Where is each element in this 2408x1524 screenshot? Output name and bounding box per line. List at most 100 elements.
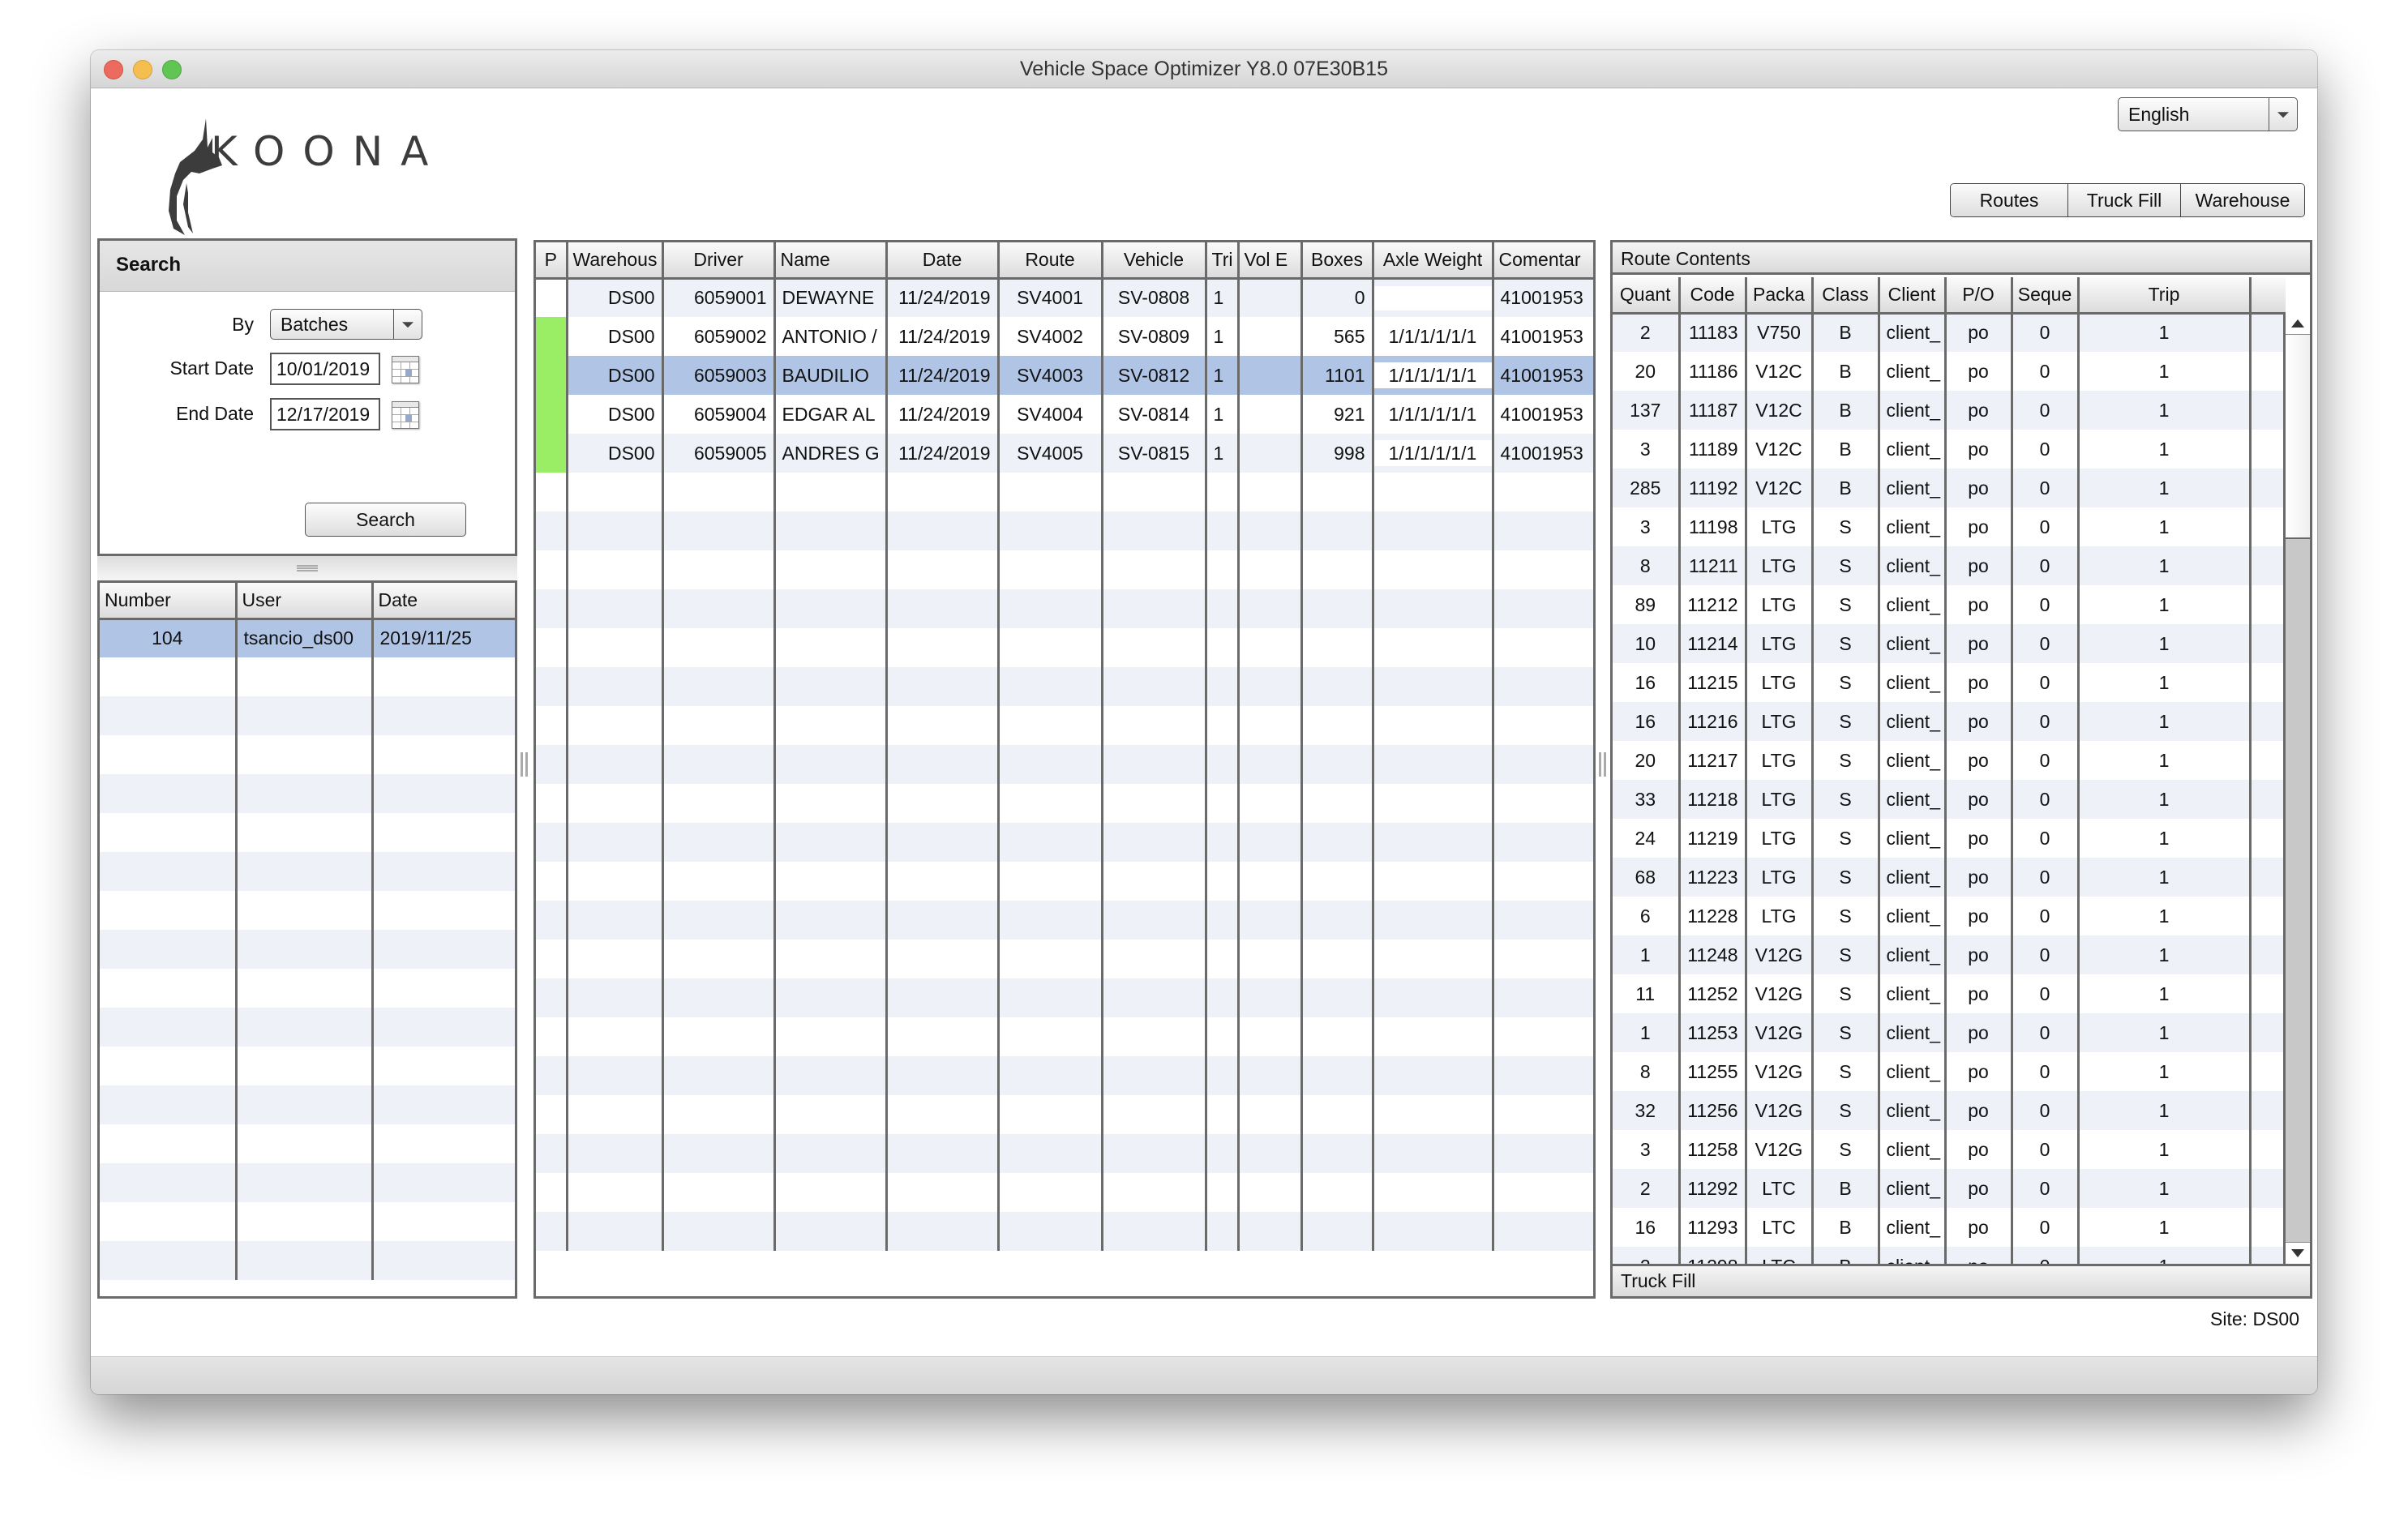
table-row[interactable]: 6 11228 LTG Sclient_ po 0 1 — [1613, 897, 2286, 935]
column-header-axle[interactable]: Axle Weight — [1373, 242, 1494, 280]
column-header-warehouse[interactable]: Warehous — [567, 242, 664, 280]
table-row[interactable]: 89 11212 LTG Sclient_ po 0 1 — [1613, 585, 2286, 624]
table-row[interactable] — [536, 473, 1593, 512]
column-header-code[interactable]: Code — [1679, 277, 1747, 315]
column-header-quant[interactable]: Quant — [1613, 277, 1681, 315]
language-select[interactable]: English — [2118, 97, 2298, 131]
table-row[interactable] — [100, 813, 515, 852]
vertical-splitter-handle[interactable] — [1597, 752, 1609, 777]
table-row[interactable] — [100, 696, 515, 735]
table-row[interactable]: 3 11189 V12C Bclient_ po 0 1 — [1613, 430, 2286, 469]
table-row[interactable] — [536, 550, 1593, 589]
table-row[interactable] — [536, 589, 1593, 628]
table-row[interactable] — [536, 1134, 1593, 1173]
search-by-dropdown-button[interactable] — [393, 310, 422, 339]
column-header-sequence[interactable]: Seque — [2012, 277, 2080, 315]
table-row[interactable]: 33 11218 LTG Sclient_ po 0 1 — [1613, 780, 2286, 819]
table-row[interactable] — [100, 1047, 515, 1085]
column-header-route[interactable]: Route — [998, 242, 1103, 280]
table-row[interactable]: DS00 6059005 ANDRES G 11/24/2019 SV4005 SV-08… — [536, 434, 1593, 473]
table-row[interactable] — [100, 735, 515, 774]
table-row[interactable] — [536, 901, 1593, 940]
table-row[interactable]: 8 11211 LTG Sclient_ po 0 1 — [1613, 546, 2286, 585]
column-header-trip[interactable]: Trip — [2078, 277, 2252, 315]
table-row[interactable] — [536, 1017, 1593, 1056]
table-row[interactable] — [536, 1212, 1593, 1251]
column-header-trip[interactable]: Tri — [1206, 242, 1240, 280]
table-row[interactable] — [100, 1124, 515, 1163]
route-contents-scroll-area[interactable]: Quant Code Packa Class Client P/O Seque Trip 21… — [1613, 277, 2310, 1264]
column-header-vehicle[interactable]: Vehicle — [1102, 242, 1207, 280]
table-row[interactable] — [100, 1163, 515, 1202]
vertical-splitter-handle[interactable] — [519, 752, 530, 777]
table-row[interactable] — [100, 930, 515, 969]
table-row[interactable] — [100, 774, 515, 813]
table-row[interactable]: 1 11253 V12G Sclient_ po 0 1 — [1613, 1013, 2286, 1052]
table-row[interactable]: 16 11216 LTG Sclient_ po 0 1 — [1613, 702, 2286, 741]
table-row[interactable]: DS00 6059004 EDGAR AL 11/24/2019 SV4004 SV-08… — [536, 395, 1593, 434]
table-row[interactable] — [536, 512, 1593, 550]
table-row[interactable] — [536, 784, 1593, 823]
column-header-class[interactable]: Class — [1812, 277, 1880, 315]
table-row[interactable]: 16 11215 LTG Sclient_ po 0 1 — [1613, 663, 2286, 702]
table-row[interactable]: 2 11292 LTC Bclient_ po 0 1 — [1613, 1169, 2286, 1208]
end-date-input[interactable] — [270, 398, 380, 430]
table-row[interactable] — [536, 1095, 1593, 1134]
table-row[interactable] — [536, 628, 1593, 667]
table-row[interactable]: DS00 6059002 ANTONIO /11/24/2019 SV4002 SV-0… — [536, 317, 1593, 356]
table-row[interactable]: 3 11258 V12G Sclient_ po 0 1 — [1613, 1130, 2286, 1169]
column-header-number[interactable]: Number — [100, 583, 238, 620]
scroll-up-button[interactable] — [2286, 313, 2310, 335]
routes-button[interactable]: Routes — [1951, 184, 2068, 216]
table-row[interactable] — [536, 706, 1593, 745]
table-row[interactable]: 16 11293 LTC Bclient_ po 0 1 — [1613, 1208, 2286, 1247]
start-date-calendar-icon[interactable] — [392, 356, 419, 383]
table-row[interactable]: 32 11256 V12G Sclient_ po 0 1 — [1613, 1091, 2286, 1130]
table-row[interactable] — [100, 1241, 515, 1280]
table-row[interactable] — [100, 1202, 515, 1241]
table-row[interactable]: 104 tsancio_ds00 2019/11/25 — [100, 619, 515, 657]
column-header-driver[interactable]: Driver — [662, 242, 776, 280]
search-by-select[interactable]: Batches — [270, 309, 422, 340]
table-row[interactable] — [100, 969, 515, 1008]
horizontal-splitter-handle[interactable] — [97, 556, 517, 580]
table-row[interactable] — [536, 1056, 1593, 1095]
table-row[interactable]: 20 11217 LTG Sclient_ po 0 1 — [1613, 741, 2286, 780]
table-row[interactable] — [100, 852, 515, 891]
scrollbar-thumb[interactable] — [2286, 335, 2310, 539]
table-row[interactable] — [536, 823, 1593, 862]
column-header-vol[interactable]: Vol E — [1238, 242, 1303, 280]
column-header-client[interactable]: Client — [1879, 277, 1947, 315]
scroll-down-button[interactable] — [2286, 1242, 2310, 1264]
table-row[interactable]: 11 11252 V12G Sclient_ po 0 1 — [1613, 974, 2286, 1013]
table-row[interactable] — [100, 1085, 515, 1124]
column-header-date[interactable]: Date — [372, 583, 515, 620]
table-row[interactable]: 8 11255 V12G Sclient_ po 0 1 — [1613, 1052, 2286, 1091]
table-row[interactable] — [536, 667, 1593, 706]
truck-fill-button[interactable]: Truck Fill — [2068, 184, 2181, 216]
column-header-user[interactable]: User — [236, 583, 374, 620]
table-row[interactable] — [100, 891, 515, 930]
table-row[interactable]: 10 11214 LTG Sclient_ po 0 1 — [1613, 624, 2286, 663]
language-dropdown-button[interactable] — [2269, 98, 2297, 131]
table-row[interactable]: 137 11187 V12C Bclient_ po 0 1 — [1613, 391, 2286, 430]
table-row[interactable]: 68 11223 LTG Sclient_ po 0 1 — [1613, 858, 2286, 897]
table-row[interactable] — [536, 978, 1593, 1017]
column-header-comment[interactable]: Comentar — [1493, 242, 1593, 280]
table-row[interactable]: 1 11248 V12G Sclient_ po 0 1 — [1613, 935, 2286, 974]
table-row[interactable]: 20 11186 V12C Bclient_ po 0 1 — [1613, 352, 2286, 391]
start-date-input[interactable] — [270, 353, 380, 385]
table-row[interactable]: 3 11198 LTG Sclient_ po 0 1 — [1613, 507, 2286, 546]
table-row[interactable]: DS00 6059001 DEWAYNE 11/24/2019 SV4001 SV-080… — [536, 278, 1593, 317]
table-row[interactable] — [536, 1173, 1593, 1212]
truck-fill-section-header[interactable]: Truck Fill — [1613, 1264, 2310, 1296]
route-contents-scrollbar[interactable] — [2283, 313, 2310, 1264]
end-date-calendar-icon[interactable] — [392, 401, 419, 429]
table-row[interactable]: 285 11192 V12C Bclient_ po 0 1 — [1613, 469, 2286, 507]
table-row[interactable] — [536, 862, 1593, 901]
column-header-name[interactable]: Name — [774, 242, 888, 280]
table-row[interactable] — [536, 745, 1593, 784]
column-header-boxes[interactable]: Boxes — [1301, 242, 1374, 280]
column-header-date[interactable]: Date — [886, 242, 1000, 280]
warehouse-button[interactable]: Warehouse — [2181, 184, 2304, 216]
